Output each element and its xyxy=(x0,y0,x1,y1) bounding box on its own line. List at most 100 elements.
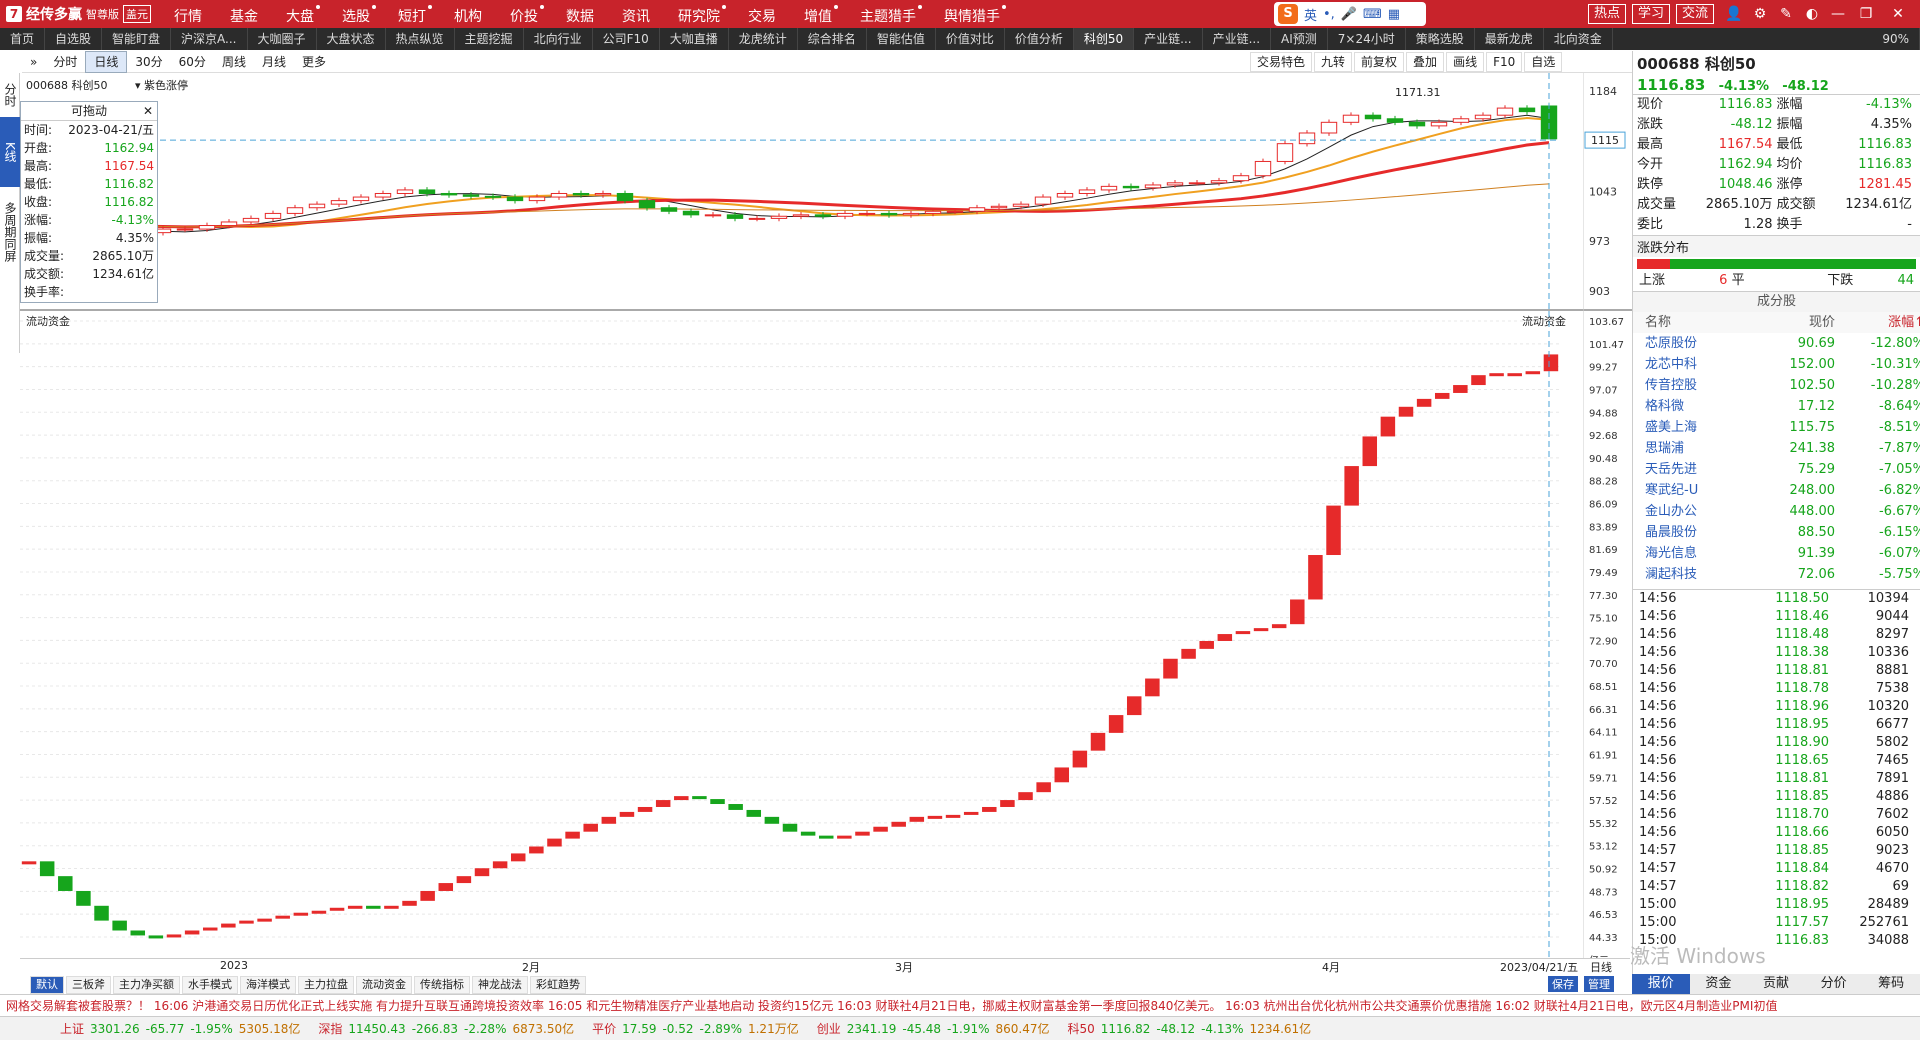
indicator-tab[interactable]: 彩虹趋势 xyxy=(530,976,586,994)
quote-tab[interactable]: 资金 xyxy=(1690,974,1748,994)
list-item[interactable]: 天岳先进 75.29 -7.05% xyxy=(1633,459,1920,480)
ohlc-infobox[interactable]: 可拖动 ✕ 时间: 2023-04-21/五 开盘: 1162.94 最高: 1167.54… xyxy=(20,101,158,303)
kline-chart[interactable]: 1171.31 xyxy=(20,73,1585,309)
nav-tab[interactable]: 智能盯盘 xyxy=(102,28,172,50)
index-item[interactable]: 平价 17.59 -0.52 -2.89% 1.21万亿 xyxy=(592,1017,799,1040)
nav-tab[interactable]: 龙虎统计 xyxy=(729,28,798,50)
nav-tab[interactable]: 北向行业 xyxy=(524,28,593,50)
nav-tab[interactable]: 首页 xyxy=(0,28,46,50)
col-pct[interactable]: 涨幅↑ xyxy=(1835,312,1920,333)
tool-icon[interactable]: ✎ xyxy=(1778,6,1794,22)
nav-tab[interactable]: 策略选股 xyxy=(1406,28,1475,50)
menu-item-7[interactable]: 数据 xyxy=(552,6,608,26)
tab-minute[interactable]: 分时 xyxy=(0,73,20,117)
indicator-tab[interactable]: 传统指标 xyxy=(414,976,470,994)
exchange-button[interactable]: 交流 xyxy=(1676,4,1715,24)
tool-4[interactable]: 画线 xyxy=(1446,52,1485,72)
menu-item-10[interactable]: 交易 xyxy=(734,6,790,26)
tool-5[interactable]: F10 xyxy=(1486,52,1523,72)
menu-item-8[interactable]: 资讯 xyxy=(608,6,664,26)
nav-tab[interactable]: 公司F10 xyxy=(593,28,660,50)
nav-tab[interactable]: 大咖直播 xyxy=(660,28,729,50)
list-item[interactable]: 芯原股份 90.69 -12.80% xyxy=(1633,333,1920,354)
list-item[interactable]: 格科微 17.12 -8.64% xyxy=(1633,396,1920,417)
menu-item-2[interactable]: 大盘 xyxy=(272,5,328,26)
nav-tab[interactable]: 产业链... xyxy=(1203,28,1272,50)
tool-1[interactable]: 九转 xyxy=(1314,52,1353,72)
indicator-tab[interactable]: 默认 xyxy=(30,976,64,994)
ime-lang[interactable]: 英 xyxy=(1304,5,1317,24)
nav-tab[interactable]: 主题挖掘 xyxy=(455,28,524,50)
menu-item-6[interactable]: 价投 xyxy=(496,5,552,26)
stock-name[interactable]: 思瑞浦 xyxy=(1645,438,1755,459)
list-item[interactable]: 澜起科技 72.06 -5.75% xyxy=(1633,564,1920,585)
indicator-tab[interactable]: 主力净买额 xyxy=(113,976,180,994)
tab-multi-period[interactable]: 多周期同屏 xyxy=(0,187,20,277)
nav-tab[interactable]: 综合排名 xyxy=(798,28,867,50)
flow-chart[interactable] xyxy=(20,311,1585,957)
stock-name[interactable]: 传音控股 xyxy=(1645,375,1755,396)
menu-item-0[interactable]: 行情 xyxy=(160,6,216,26)
ime-punct[interactable]: •, xyxy=(1323,7,1335,22)
index-item[interactable]: 创业 2341.19 -45.48 -1.91% 860.47亿 xyxy=(817,1017,1050,1040)
indicator-tab[interactable]: 海洋模式 xyxy=(240,976,296,994)
list-item[interactable]: 金山办公 448.00 -6.67% xyxy=(1633,501,1920,522)
tool-3[interactable]: 叠加 xyxy=(1406,52,1445,72)
nav-tab[interactable]: 热点纵览 xyxy=(386,28,455,50)
indicator-tab[interactable]: 三板斧 xyxy=(66,976,111,994)
close-icon[interactable]: ✕ xyxy=(143,102,153,120)
expand-icon[interactable]: » xyxy=(22,52,45,72)
period-1[interactable]: 日线 xyxy=(85,50,128,73)
stock-name[interactable]: 金山办公 xyxy=(1645,501,1755,522)
infobox-header[interactable]: 可拖动 ✕ xyxy=(21,102,157,121)
nav-tab[interactable]: 最新龙虎 xyxy=(1475,28,1544,50)
nav-tab[interactable]: AI预测 xyxy=(1271,28,1328,50)
stock-name[interactable]: 格科微 xyxy=(1645,396,1755,417)
news-text[interactable]: 网格交易解套被套股票？！ 16:06 沪港通交易日历优化正式上线实施 有力提升互… xyxy=(0,999,1777,1013)
user-icon[interactable]: 👤 xyxy=(1725,6,1742,22)
menu-item-3[interactable]: 选股 xyxy=(328,5,384,26)
stock-name[interactable]: 海光信息 xyxy=(1645,543,1755,564)
tool-0[interactable]: 交易特色 xyxy=(1250,52,1313,72)
quote-tab[interactable]: 贡献 xyxy=(1747,974,1805,994)
stock-name[interactable]: 寒武纪-U xyxy=(1645,480,1755,501)
list-item[interactable]: 传音控股 102.50 -10.28% xyxy=(1633,375,1920,396)
col-price[interactable]: 现价 xyxy=(1755,312,1835,333)
skin-icon[interactable]: ◐ xyxy=(1804,6,1820,22)
quote-tab[interactable]: 分价 xyxy=(1805,974,1863,994)
list-item[interactable]: 思瑞浦 241.38 -7.87% xyxy=(1633,438,1920,459)
list-item[interactable]: 晶晨股份 88.50 -6.15% xyxy=(1633,522,1920,543)
period-0[interactable]: 分时 xyxy=(45,52,85,72)
menu-item-4[interactable]: 短打 xyxy=(384,5,440,26)
news-ticker[interactable]: 网格交易解套被套股票？！ 16:06 沪港通交易日历优化正式上线实施 有力提升互… xyxy=(0,994,1920,1016)
microphone-icon[interactable]: 🎤 xyxy=(1341,7,1357,22)
minimize-icon[interactable]: — xyxy=(1830,6,1846,22)
nav-tab[interactable]: 智能估值 xyxy=(867,28,936,50)
quote-tab[interactable]: 筹码 xyxy=(1862,974,1920,994)
grid-icon[interactable]: ▦ xyxy=(1388,7,1400,22)
period-2[interactable]: 30分 xyxy=(127,52,170,72)
nav-tab[interactable]: 价值对比 xyxy=(936,28,1005,50)
nav-tab[interactable]: 自选股 xyxy=(45,28,103,50)
zoom-level[interactable]: 90% xyxy=(1872,28,1920,50)
menu-item-9[interactable]: 研究院 xyxy=(664,5,734,26)
indicator-tab[interactable]: 主力拉盘 xyxy=(298,976,354,994)
period-5[interactable]: 月线 xyxy=(254,52,294,72)
nav-tab[interactable]: 产业链... xyxy=(1134,28,1203,50)
maximize-icon[interactable]: ❐ xyxy=(1858,6,1874,22)
list-item[interactable]: 龙芯中科 152.00 -10.31% xyxy=(1633,354,1920,375)
stock-name[interactable]: 芯原股份 xyxy=(1645,333,1755,354)
learn-button[interactable]: 学习 xyxy=(1632,4,1671,24)
nav-tab[interactable]: 大盘状态 xyxy=(317,28,386,50)
ime-toolbar[interactable]: S 英 •, 🎤 ⌨ ▦ xyxy=(1274,2,1426,26)
list-item[interactable]: 海光信息 91.39 -6.07% xyxy=(1633,543,1920,564)
tab-kline[interactable]: K线 xyxy=(0,117,20,187)
gear-icon[interactable]: ⚙ xyxy=(1752,6,1768,22)
period-4[interactable]: 周线 xyxy=(214,52,254,72)
menu-item-1[interactable]: 基金 xyxy=(216,6,272,26)
keyboard-icon[interactable]: ⌨ xyxy=(1363,7,1382,22)
tool-2[interactable]: 前复权 xyxy=(1354,52,1405,72)
stock-name[interactable]: 天岳先进 xyxy=(1645,459,1755,480)
index-item[interactable]: 深指 11450.43 -266.83 -2.28% 6873.50亿 xyxy=(318,1017,574,1040)
menu-item-11[interactable]: 增值 xyxy=(790,5,846,26)
